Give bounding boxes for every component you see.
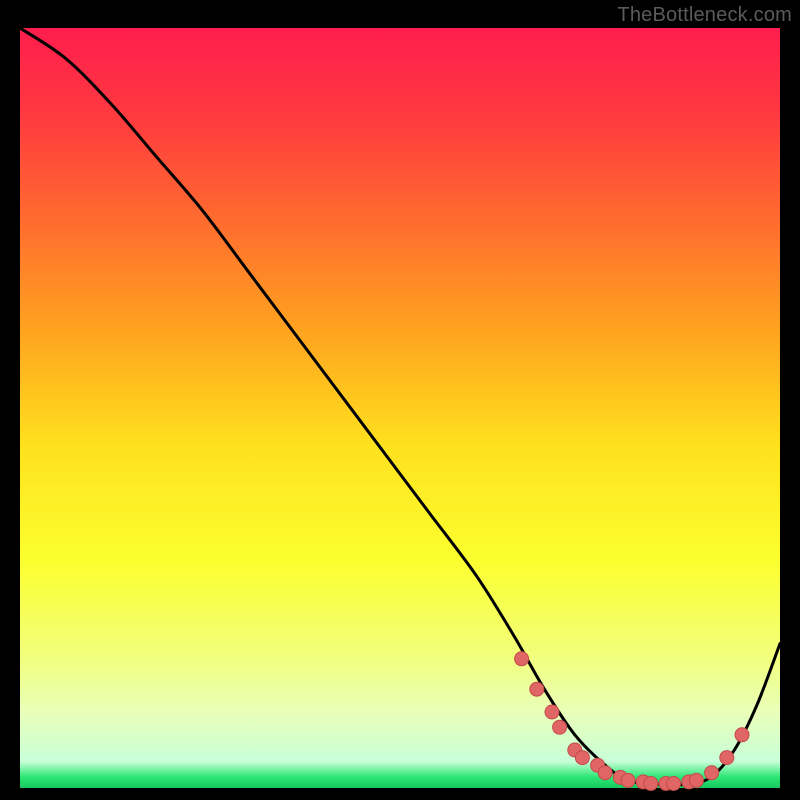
- optimal-marker: [667, 776, 681, 790]
- optimal-marker: [515, 652, 529, 666]
- plot-background: [20, 28, 780, 788]
- chart-svg: [0, 0, 800, 800]
- chart-stage: TheBottleneck.com: [0, 0, 800, 800]
- optimal-marker: [575, 751, 589, 765]
- optimal-marker: [689, 773, 703, 787]
- optimal-marker: [598, 766, 612, 780]
- optimal-marker: [735, 728, 749, 742]
- optimal-marker: [720, 751, 734, 765]
- optimal-marker: [644, 776, 658, 790]
- optimal-marker: [621, 773, 635, 787]
- watermark-label: TheBottleneck.com: [617, 4, 792, 27]
- optimal-marker: [545, 705, 559, 719]
- optimal-marker: [705, 766, 719, 780]
- optimal-marker: [530, 682, 544, 696]
- optimal-marker: [553, 720, 567, 734]
